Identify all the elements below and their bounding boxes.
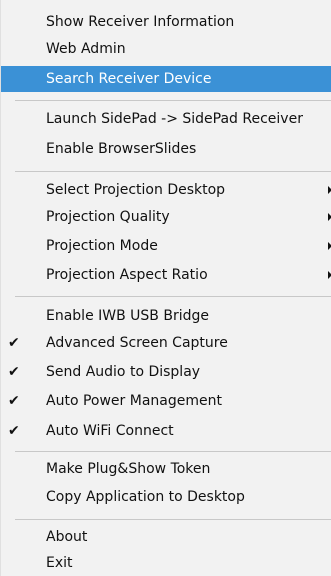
menu-item-select-projection-desktop[interactable]: Select Projection Desktop — [1, 177, 331, 203]
menu-item-send-audio-to-display[interactable]: ✔ Send Audio to Display — [1, 359, 331, 385]
checkmark-icon: ✔ — [8, 364, 20, 380]
menu-item-label: Auto Power Management — [46, 393, 222, 409]
checkmark-icon: ✔ — [8, 423, 20, 439]
menu-item-label: Enable BrowserSlides — [46, 141, 197, 157]
menu-item-make-plug-show-token[interactable]: Make Plug&Show Token — [1, 456, 331, 482]
menu-separator — [15, 100, 331, 101]
menu-item-auto-wifi-connect[interactable]: ✔ Auto WiFi Connect — [1, 418, 331, 444]
menu-item-copy-application-to-desktop[interactable]: Copy Application to Desktop — [1, 484, 331, 510]
menu-item-label: Projection Mode — [46, 238, 158, 254]
menu-item-projection-mode[interactable]: Projection Mode — [1, 233, 331, 259]
menu-item-label: Search Receiver Device — [46, 71, 212, 87]
menu-separator — [15, 171, 331, 172]
menu-item-label: Launch SidePad -> SidePad Receiver — [46, 111, 303, 127]
menu-item-label: Make Plug&Show Token — [46, 461, 211, 477]
checkmark-icon: ✔ — [8, 393, 20, 409]
menu-item-launch-sidepad[interactable]: Launch SidePad -> SidePad Receiver — [1, 106, 331, 132]
menu-item-label: Select Projection Desktop — [46, 182, 226, 198]
menu-item-enable-browserslides[interactable]: Enable BrowserSlides — [1, 136, 331, 162]
menu-item-search-receiver-device[interactable]: Search Receiver Device — [1, 66, 331, 92]
menu-item-label: Projection Quality — [46, 209, 170, 225]
menu-item-label: Auto WiFi Connect — [46, 423, 174, 439]
menu-item-label: Web Admin — [46, 41, 126, 57]
context-menu: Show Receiver Information Web Admin Sear… — [0, 0, 331, 576]
menu-item-show-receiver-information[interactable]: Show Receiver Information — [1, 9, 331, 35]
menu-item-exit[interactable]: Exit — [1, 550, 331, 576]
menu-item-advanced-screen-capture[interactable]: ✔ Advanced Screen Capture — [1, 330, 331, 356]
menu-item-label: Enable IWB USB Bridge — [46, 308, 209, 324]
menu-item-projection-quality[interactable]: Projection Quality — [1, 204, 331, 230]
menu-separator — [15, 519, 331, 520]
menu-separator — [15, 451, 331, 452]
menu-item-auto-power-management[interactable]: ✔ Auto Power Management — [1, 388, 331, 414]
menu-item-web-admin[interactable]: Web Admin — [1, 36, 331, 62]
menu-item-label: Send Audio to Display — [46, 364, 201, 380]
checkmark-icon: ✔ — [8, 335, 20, 351]
menu-item-enable-iwb-usb-bridge[interactable]: Enable IWB USB Bridge — [1, 303, 331, 329]
menu-item-label: About — [46, 529, 88, 545]
menu-item-label: Advanced Screen Capture — [46, 335, 228, 351]
menu-item-label: Projection Aspect Ratio — [46, 267, 208, 283]
menu-item-label: Show Receiver Information — [46, 14, 235, 30]
menu-separator — [15, 296, 331, 297]
menu-item-label: Copy Application to Desktop — [46, 489, 245, 505]
menu-item-about[interactable]: About — [1, 524, 331, 550]
menu-item-label: Exit — [46, 555, 73, 571]
menu-item-projection-aspect-ratio[interactable]: Projection Aspect Ratio — [1, 262, 331, 288]
